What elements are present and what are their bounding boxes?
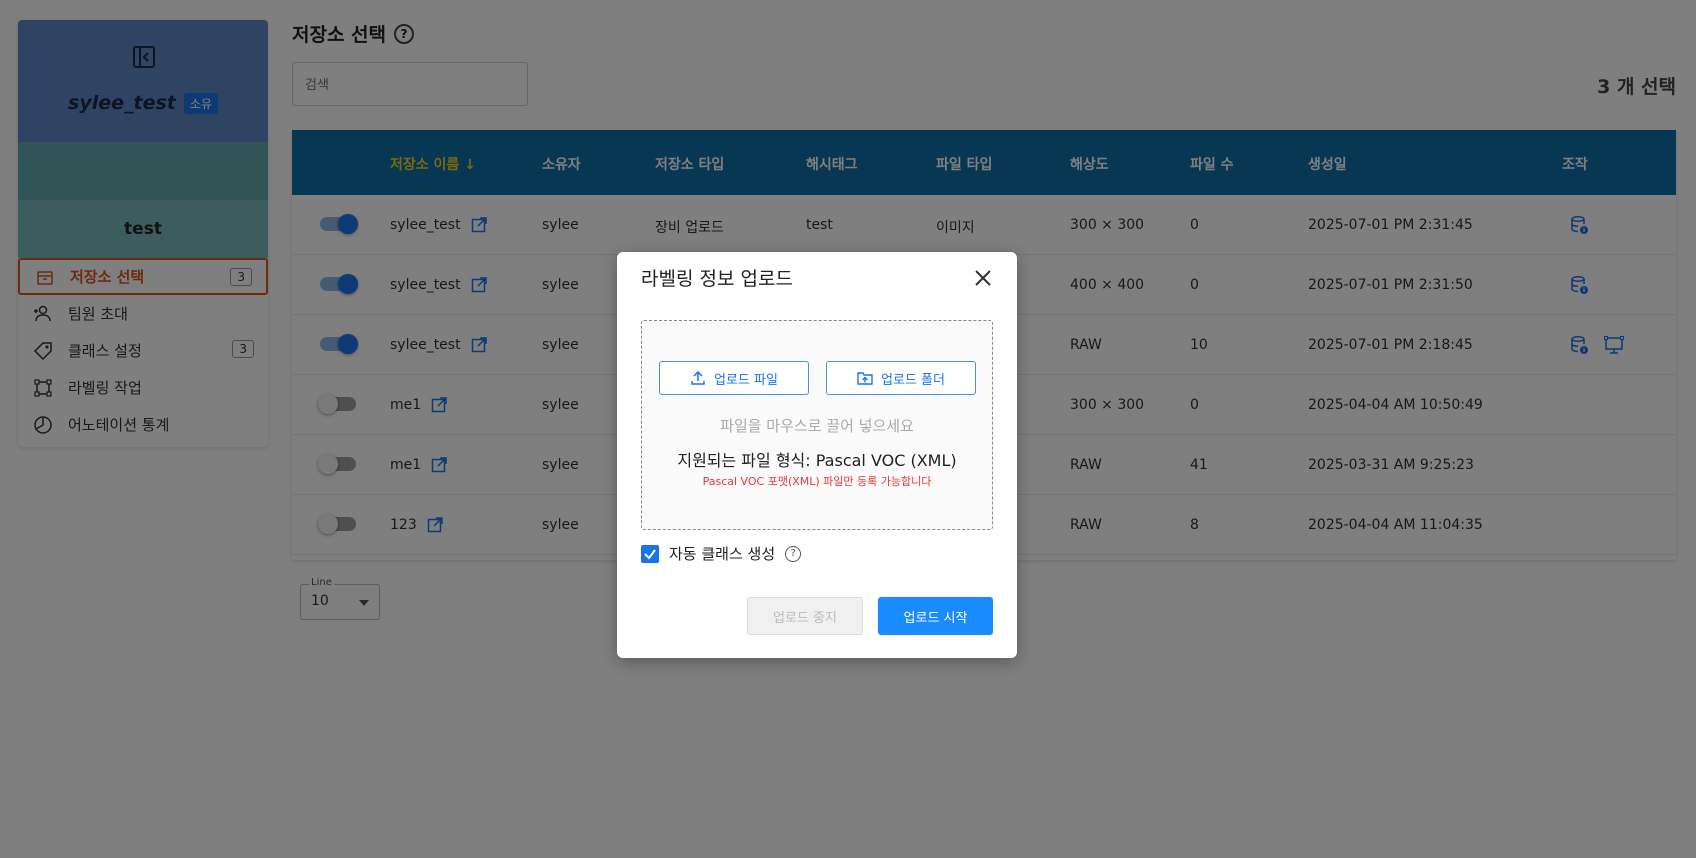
auto-class-checkbox[interactable] xyxy=(641,544,659,563)
upload-file-label: 업로드 파일 xyxy=(714,372,778,388)
auto-class-option: 자동 클래스 생성 ? xyxy=(641,543,802,564)
auto-class-label: 자동 클래스 생성 xyxy=(669,545,776,563)
folder-upload-icon xyxy=(857,372,873,385)
supported-format: 지원되는 파일 형식: Pascal VOC (XML) xyxy=(677,451,957,470)
file-dropzone[interactable]: 업로드 파일 업로드 폴더 파일을 마우스로 끌어 넣으세요 지원되는 파일 형… xyxy=(641,320,993,530)
close-icon[interactable] xyxy=(973,268,993,288)
format-warning: Pascal VOC 포맷(XML) 파일만 등록 가능합니다 xyxy=(702,475,932,488)
stop-upload-button[interactable]: 업로드 중지 xyxy=(747,597,863,635)
upload-folder-button[interactable]: 업로드 폴더 xyxy=(826,361,976,395)
start-upload-button[interactable]: 업로드 시작 xyxy=(878,597,993,635)
upload-file-button[interactable]: 업로드 파일 xyxy=(659,361,809,395)
modal-title: 라벨링 정보 업로드 xyxy=(641,268,793,290)
upload-folder-label: 업로드 폴더 xyxy=(881,372,945,388)
check-icon xyxy=(644,548,656,560)
upload-label-modal: 라벨링 정보 업로드 업로드 파일 업로드 폴더 파일을 마우스로 끌어 넣으세… xyxy=(617,252,1017,658)
help-icon[interactable]: ? xyxy=(785,545,802,562)
upload-icon xyxy=(691,370,705,385)
drop-hint: 파일을 마우스로 끌어 넣으세요 xyxy=(720,417,914,435)
